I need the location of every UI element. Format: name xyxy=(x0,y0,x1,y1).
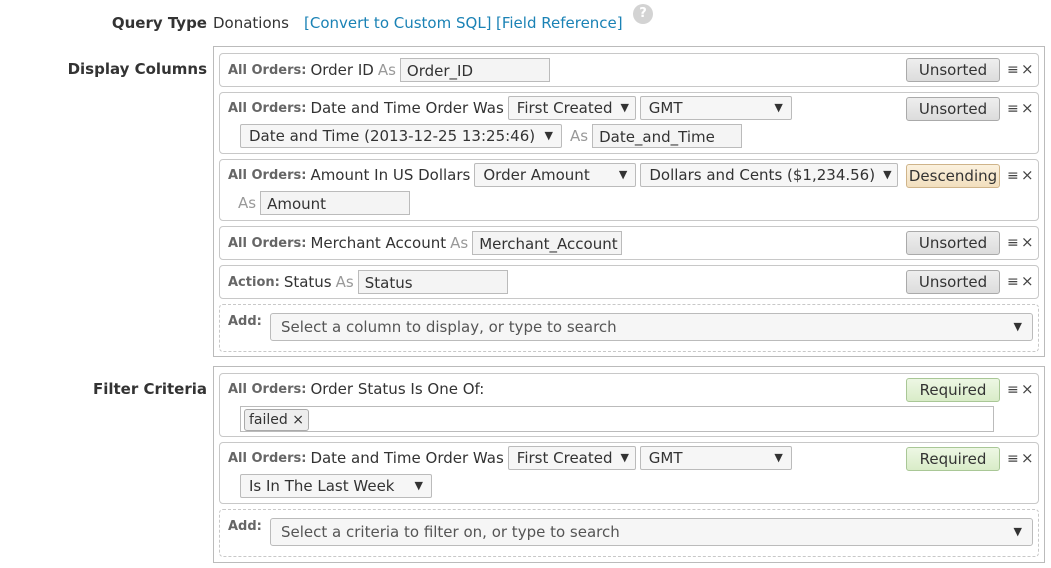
add-criteria-placeholder: Select a criteria to filter on, or type … xyxy=(281,523,620,541)
filter-criteria-section: All Orders: Order Status Is One Of: fail… xyxy=(213,366,1045,563)
date-format-select[interactable]: Date and Time (2013-12-25 13:25:46) ▼ xyxy=(240,124,562,148)
remove-icon[interactable]: × xyxy=(1021,60,1034,78)
required-badge[interactable]: Required xyxy=(906,447,1000,471)
drag-handle-icon[interactable]: ≡ xyxy=(1007,62,1019,78)
drag-handle-icon[interactable]: ≡ xyxy=(1007,274,1019,290)
field-name: Merchant Account xyxy=(310,234,447,252)
drag-handle-icon[interactable]: ≡ xyxy=(1007,382,1019,398)
alias-input[interactable]: Status xyxy=(357,270,508,294)
alias-input[interactable]: Amount xyxy=(260,191,411,215)
column-row-order-id: All Orders: Order ID As Order_ID Unsorte… xyxy=(219,53,1039,87)
column-row-merchant-account: All Orders: Merchant Account As Merchant… xyxy=(219,226,1039,260)
drag-handle-icon[interactable]: ≡ xyxy=(1007,101,1019,117)
remove-icon[interactable]: × xyxy=(1021,272,1034,290)
sort-button[interactable]: Descending xyxy=(906,164,1000,188)
chevron-down-icon: ▼ xyxy=(1013,320,1022,333)
as-label: As xyxy=(377,61,396,79)
status-tag: failed × xyxy=(244,409,309,431)
chevron-down-icon: ▼ xyxy=(774,101,783,114)
source-label: Action: xyxy=(228,274,280,290)
source-label: All Orders: xyxy=(228,167,307,183)
source-label: All Orders: xyxy=(228,235,307,251)
status-tag-input[interactable]: failed × xyxy=(240,406,994,432)
chevron-down-icon: ▼ xyxy=(544,129,553,142)
remove-icon[interactable]: × xyxy=(1021,380,1034,398)
column-row-amount: All Orders: Amount In US Dollars Order A… xyxy=(219,159,1039,221)
as-label: As xyxy=(570,127,589,145)
field-name: Amount In US Dollars xyxy=(310,166,471,184)
field-name: Order Status Is One Of: xyxy=(310,380,485,398)
source-label: All Orders: xyxy=(228,450,307,466)
filter-row-order-status: All Orders: Order Status Is One Of: fail… xyxy=(219,373,1039,437)
chevron-down-icon: ▼ xyxy=(618,168,628,181)
convert-to-custom-sql-link[interactable]: [Convert to Custom SQL] xyxy=(304,14,492,32)
source-label: All Orders: xyxy=(228,100,307,116)
alias-input[interactable]: Merchant_Account xyxy=(472,231,623,255)
timezone-select[interactable]: GMT ▼ xyxy=(639,446,792,470)
add-criteria-row: Add: Select a criteria to filter on, or … xyxy=(219,509,1039,557)
source-label: All Orders: xyxy=(228,381,307,397)
amount-type-select[interactable]: Order Amount ▼ xyxy=(474,163,637,187)
remove-icon[interactable]: × xyxy=(1021,449,1034,467)
as-label: As xyxy=(335,273,354,291)
created-select[interactable]: First Created ▼ xyxy=(507,96,636,120)
money-format-select[interactable]: Dollars and Cents ($1,234.56) ▼ xyxy=(640,163,899,187)
remove-icon[interactable]: × xyxy=(1021,233,1034,251)
chevron-down-icon: ▼ xyxy=(774,451,783,464)
chevron-down-icon: ▼ xyxy=(1013,525,1022,538)
drag-handle-icon[interactable]: ≡ xyxy=(1007,168,1019,184)
created-select[interactable]: First Created ▼ xyxy=(507,446,636,470)
field-name: Date and Time Order Was xyxy=(310,99,504,117)
add-label: Add: xyxy=(228,314,262,329)
tag-remove-icon[interactable]: × xyxy=(292,412,304,428)
display-columns-section: All Orders: Order ID As Order_ID Unsorte… xyxy=(213,46,1045,357)
query-type-label: Query Type xyxy=(111,14,207,32)
add-criteria-select[interactable]: Select a criteria to filter on, or type … xyxy=(270,518,1033,546)
chevron-down-icon: ▼ xyxy=(414,479,423,492)
query-type-value: Donations xyxy=(213,14,289,32)
field-name: Order ID xyxy=(310,61,374,79)
field-name: Date and Time Order Was xyxy=(310,449,504,467)
sort-button[interactable]: Unsorted xyxy=(906,58,1000,82)
sort-button[interactable]: Unsorted xyxy=(906,97,1000,121)
field-reference-link[interactable]: [Field Reference] xyxy=(496,14,623,32)
as-label: As xyxy=(450,234,469,252)
display-columns-label: Display Columns xyxy=(67,60,207,78)
chevron-down-icon: ▼ xyxy=(620,101,629,114)
alias-input[interactable]: Order_ID xyxy=(399,58,550,82)
add-column-row: Add: Select a column to display, or type… xyxy=(219,304,1039,352)
add-column-select[interactable]: Select a column to display, or type to s… xyxy=(270,313,1033,341)
as-label: As xyxy=(238,194,257,212)
sort-button[interactable]: Unsorted xyxy=(906,270,1000,294)
filter-criteria-label: Filter Criteria xyxy=(92,380,207,398)
column-row-date-time: All Orders: Date and Time Order Was Firs… xyxy=(219,92,1039,154)
column-row-status: Action: Status As Status Unsorted ≡ × xyxy=(219,265,1039,299)
source-label: All Orders: xyxy=(228,62,307,78)
filter-row-date-time: All Orders: Date and Time Order Was Firs… xyxy=(219,442,1039,504)
sort-button[interactable]: Unsorted xyxy=(906,231,1000,255)
remove-icon[interactable]: × xyxy=(1021,166,1034,184)
required-badge[interactable]: Required xyxy=(906,378,1000,402)
remove-icon[interactable]: × xyxy=(1021,99,1034,117)
timezone-select[interactable]: GMT ▼ xyxy=(639,96,792,120)
field-name: Status xyxy=(283,273,332,291)
chevron-down-icon: ▼ xyxy=(883,168,892,181)
help-icon[interactable]: ? xyxy=(633,4,653,24)
add-label: Add: xyxy=(228,519,262,534)
add-column-placeholder: Select a column to display, or type to s… xyxy=(281,318,617,336)
alias-input[interactable]: Date_and_Time xyxy=(592,124,743,148)
drag-handle-icon[interactable]: ≡ xyxy=(1007,235,1019,251)
date-range-select[interactable]: Is In The Last Week ▼ xyxy=(240,474,432,498)
drag-handle-icon[interactable]: ≡ xyxy=(1007,451,1019,467)
chevron-down-icon: ▼ xyxy=(620,451,629,464)
